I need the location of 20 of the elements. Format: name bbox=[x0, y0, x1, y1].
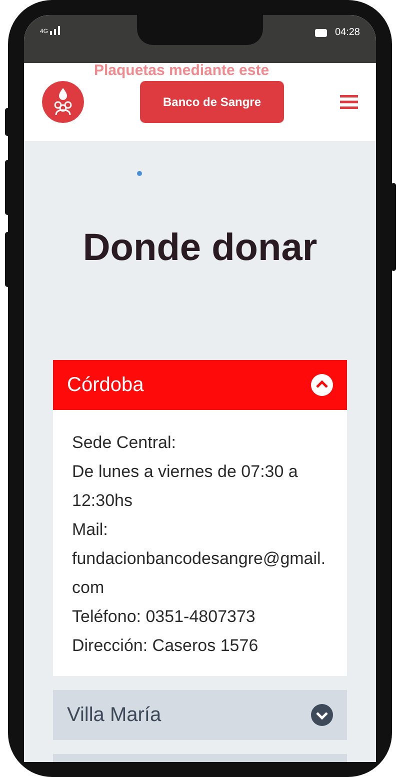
accordion-header[interactable]: Villa María bbox=[53, 690, 347, 740]
page-title: Donde donar bbox=[82, 226, 318, 271]
accordion-header[interactable]: Córdoba bbox=[53, 360, 347, 410]
info-line: Mail: bbox=[72, 519, 109, 541]
accordion-title: Córdoba bbox=[67, 373, 144, 398]
chevron-up-icon bbox=[311, 374, 333, 396]
info-line: fundacionbancodesangre@gmail.com bbox=[72, 548, 327, 599]
info-line: Dirección: Caseros 1576 bbox=[72, 635, 260, 657]
battery-icon bbox=[314, 28, 327, 36]
logo-icon bbox=[42, 81, 84, 123]
info-line: Teléfono: 0351-4807373 bbox=[72, 606, 256, 628]
chevron-down-icon bbox=[311, 704, 333, 726]
accordion-title: Villa María bbox=[67, 703, 162, 728]
info-line: Sede Central: bbox=[72, 432, 177, 454]
bank-button[interactable]: Banco de Sangre bbox=[140, 81, 284, 123]
info-line: De lunes a viernes de 07:30 a 12:30hs bbox=[72, 461, 299, 512]
signal-icon bbox=[50, 25, 62, 35]
faded-text: Plaquetas mediante este bbox=[94, 63, 270, 79]
clock: 04:28 bbox=[334, 26, 360, 40]
menu-icon[interactable] bbox=[340, 95, 358, 109]
